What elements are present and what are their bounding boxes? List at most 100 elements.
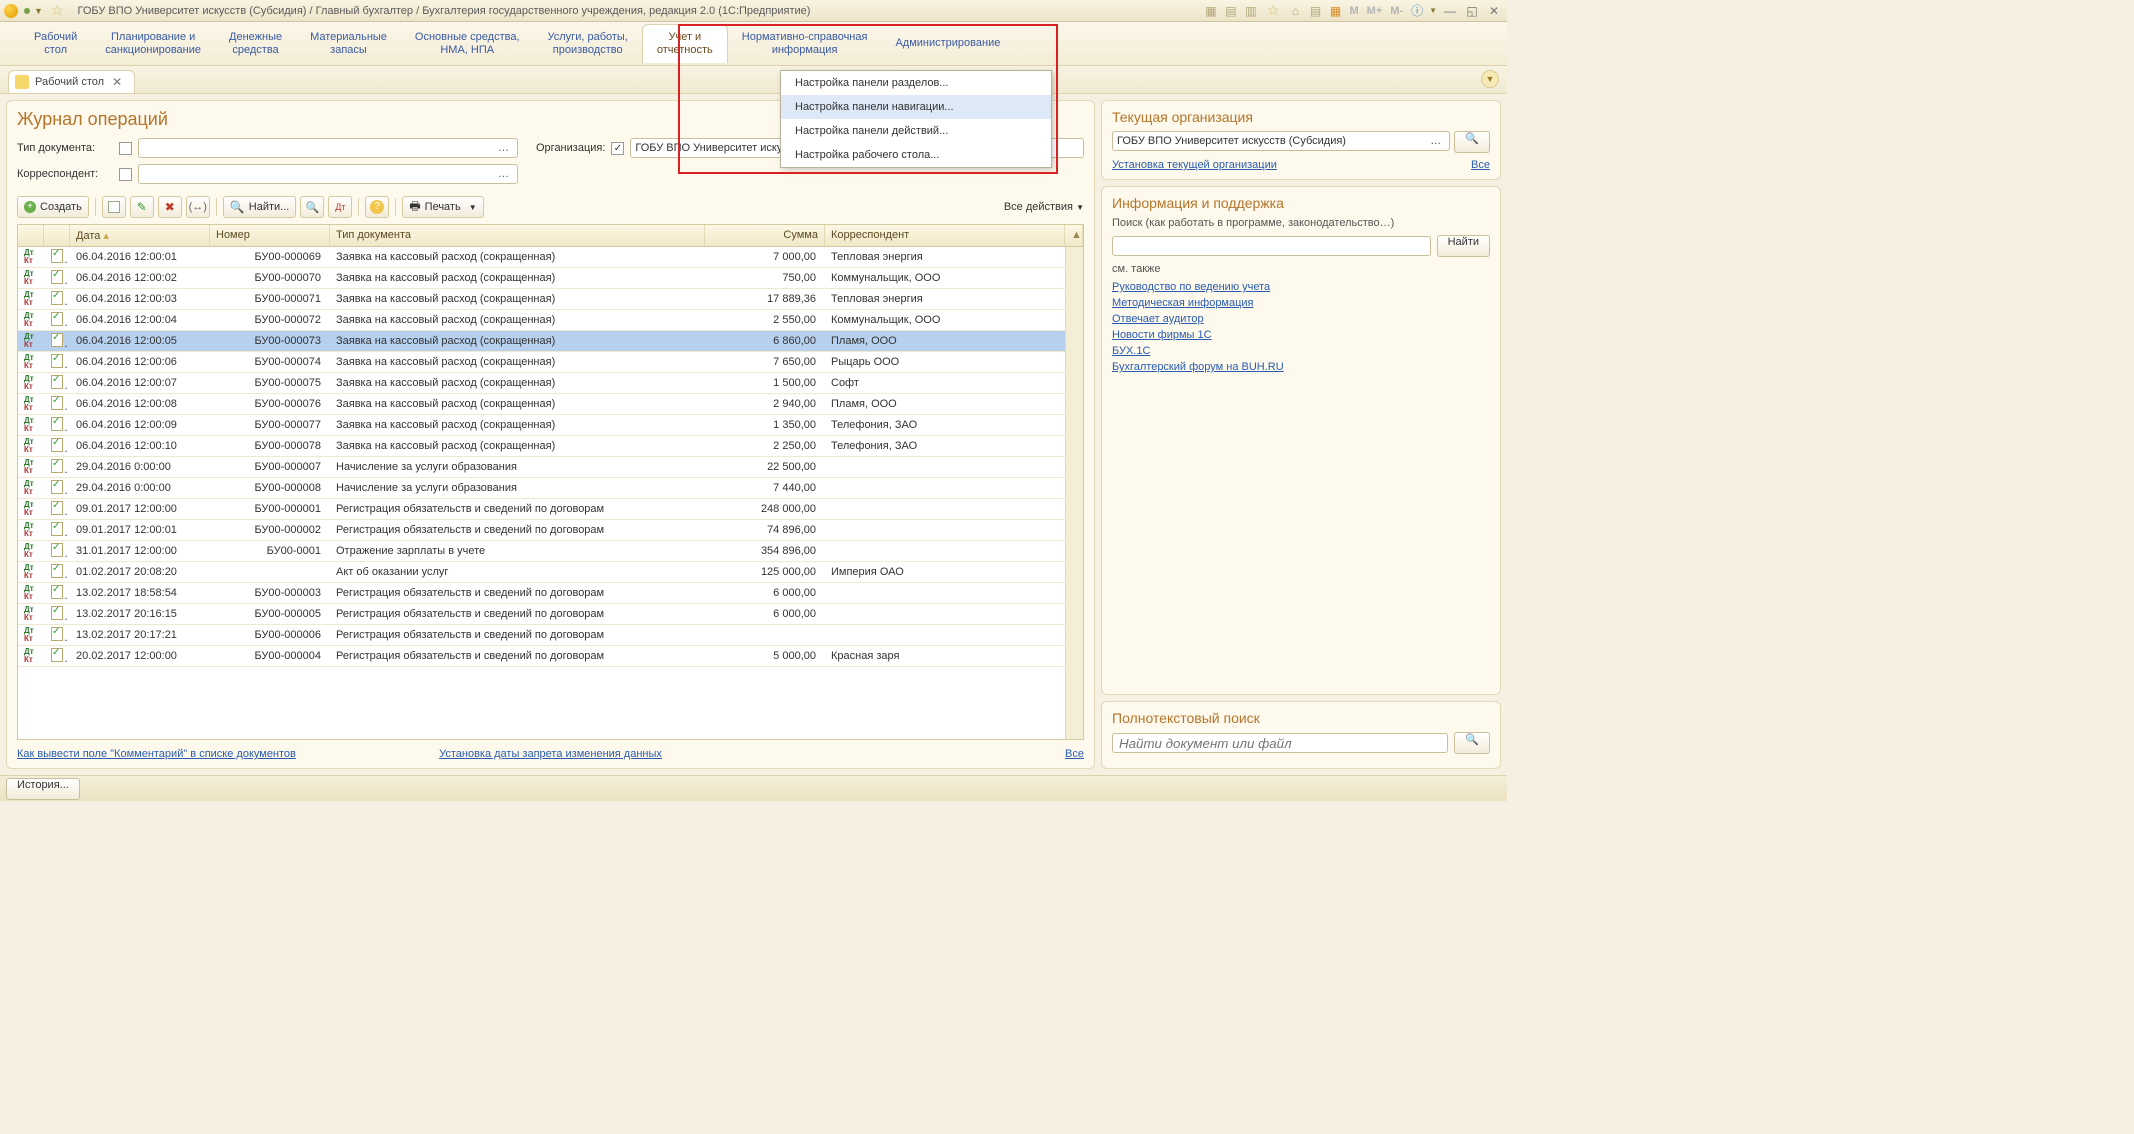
all-org-link[interactable]: Все bbox=[1471, 159, 1490, 171]
create-button[interactable]: +Создать bbox=[17, 196, 89, 218]
favorite-icon[interactable]: ☆ bbox=[51, 2, 64, 19]
table-row[interactable]: ДтКт06.04.2016 12:00:09БУ00-000077Заявка… bbox=[18, 415, 1065, 436]
scroll-up-icon[interactable]: ▲ bbox=[1065, 225, 1083, 246]
help-button[interactable]: ? bbox=[365, 196, 389, 218]
info-link[interactable]: Отвечает аудитор bbox=[1112, 313, 1204, 325]
table-row[interactable]: ДтКт06.04.2016 12:00:01БУ00-000069Заявка… bbox=[18, 247, 1065, 268]
titlebar: ▼ ☆ ГОБУ ВПО Университет искусств (Субси… bbox=[0, 0, 1507, 22]
context-menu-item[interactable]: Настройка панели действий... bbox=[781, 119, 1051, 143]
table-row[interactable]: ДтКт29.04.2016 0:00:00БУ00-000007Начисле… bbox=[18, 457, 1065, 478]
table-row[interactable]: ДтКт06.04.2016 12:00:05БУ00-000073Заявка… bbox=[18, 331, 1065, 352]
all-link[interactable]: Все bbox=[1065, 748, 1084, 760]
close-button[interactable]: ✕ bbox=[1485, 3, 1503, 19]
filter-doctype-check[interactable] bbox=[119, 142, 132, 155]
toolbar-icon-1[interactable]: ▦ bbox=[1203, 3, 1219, 19]
toolbar-icon-3[interactable]: ▥ bbox=[1243, 3, 1259, 19]
table-row[interactable]: ДтКт31.01.2017 12:00:00БУ00-0001Отражени… bbox=[18, 541, 1065, 562]
context-menu-item[interactable]: Настройка рабочего стола... bbox=[781, 143, 1051, 167]
info-link[interactable]: Руководство по ведению учета bbox=[1112, 281, 1270, 293]
info-link[interactable]: Бухгалтерский форум на BUH.RU bbox=[1112, 361, 1284, 373]
col-corr[interactable]: Корреспондент bbox=[825, 225, 1065, 246]
print-button[interactable]: 🖶Печать▼ bbox=[402, 196, 483, 218]
fulltext-input[interactable] bbox=[1112, 733, 1448, 753]
section-assets[interactable]: Основные средства, НМА, НПА bbox=[401, 25, 534, 63]
copy-button[interactable] bbox=[102, 196, 126, 218]
table-row[interactable]: ДтКт06.04.2016 12:00:06БУ00-000074Заявка… bbox=[18, 352, 1065, 373]
info-link[interactable]: БУХ.1С bbox=[1112, 345, 1150, 357]
star-icon[interactable]: ☆ bbox=[1267, 2, 1280, 19]
memory-m[interactable]: М bbox=[1347, 5, 1360, 17]
org-search-button[interactable]: 🔍 bbox=[1454, 131, 1490, 153]
date-lock-link[interactable]: Установка даты запрета изменения данных bbox=[439, 748, 662, 760]
section-materials[interactable]: Материальные запасы bbox=[296, 25, 401, 63]
elipsis-icon[interactable]: … bbox=[1426, 135, 1445, 147]
info-link[interactable]: Новости фирмы 1С bbox=[1112, 329, 1212, 341]
maximize-button[interactable]: ◱ bbox=[1463, 3, 1481, 19]
elipsis-icon[interactable]: … bbox=[494, 168, 513, 180]
fulltext-heading: Полнотекстовый поиск bbox=[1112, 710, 1490, 726]
fulltext-search-button[interactable]: 🔍 bbox=[1454, 732, 1490, 754]
minimize-button[interactable]: — bbox=[1441, 3, 1459, 19]
section-desktop[interactable]: Рабочий стол bbox=[20, 25, 91, 63]
section-admin[interactable]: Администрирование bbox=[881, 31, 1014, 56]
history-button[interactable]: История... bbox=[6, 778, 80, 800]
dtkt-button[interactable]: Дт bbox=[328, 196, 352, 218]
delete-button[interactable]: ✖ bbox=[158, 196, 182, 218]
table-row[interactable]: ДтКт09.01.2017 12:00:00БУ00-000001Регист… bbox=[18, 499, 1065, 520]
context-menu-item[interactable]: Настройка панели навигации... bbox=[781, 95, 1051, 119]
section-accounting[interactable]: Учет и отчетность bbox=[642, 24, 728, 63]
table-row[interactable]: ДтКт09.01.2017 12:00:01БУ00-000002Регист… bbox=[18, 520, 1065, 541]
filter-doctype-input[interactable]: … bbox=[138, 138, 518, 158]
table-row[interactable]: ДтКт06.04.2016 12:00:04БУ00-000072Заявка… bbox=[18, 310, 1065, 331]
table-row[interactable]: ДтКт06.04.2016 12:00:08БУ00-000076Заявка… bbox=[18, 394, 1065, 415]
memory-mminus[interactable]: М- bbox=[1388, 5, 1405, 17]
table-row[interactable]: ДтКт01.02.2017 20:08:20Акт об оказании у… bbox=[18, 562, 1065, 583]
section-planning[interactable]: Планирование и санкционирование bbox=[91, 25, 215, 63]
comment-help-link[interactable]: Как вывести поле "Комментарий" в списке … bbox=[17, 748, 296, 760]
info-icon[interactable]: ⓘ bbox=[1409, 3, 1425, 19]
info-search-input[interactable] bbox=[1112, 236, 1431, 256]
calc-icon[interactable]: ▤ bbox=[1307, 3, 1323, 19]
elipsis-icon[interactable]: … bbox=[494, 142, 513, 154]
set-org-link[interactable]: Установка текущей организации bbox=[1112, 159, 1277, 171]
table-row[interactable]: ДтКт06.04.2016 12:00:07БУ00-000075Заявка… bbox=[18, 373, 1065, 394]
toolbar-icon-2[interactable]: ▤ bbox=[1223, 3, 1239, 19]
table-row[interactable]: ДтКт13.02.2017 20:16:15БУ00-000005Регист… bbox=[18, 604, 1065, 625]
table-row[interactable]: ДтКт20.02.2017 12:00:00БУ00-000004Регист… bbox=[18, 646, 1065, 667]
filter-clear-button[interactable]: 🔍 bbox=[300, 196, 324, 218]
calendar-icon[interactable]: ▦ bbox=[1327, 3, 1343, 19]
table-row[interactable]: ДтКт06.04.2016 12:00:03БУ00-000071Заявка… bbox=[18, 289, 1065, 310]
grid-scrollbar[interactable] bbox=[1065, 247, 1083, 739]
info-find-button[interactable]: Найти bbox=[1437, 235, 1490, 257]
table-row[interactable]: ДтКт13.02.2017 18:58:54БУ00-000003Регист… bbox=[18, 583, 1065, 604]
filter-corr-check[interactable] bbox=[119, 168, 132, 181]
tab-close-icon[interactable]: ✕ bbox=[110, 75, 124, 89]
grid-body[interactable]: ДтКт06.04.2016 12:00:01БУ00-000069Заявка… bbox=[18, 247, 1065, 739]
all-actions-button[interactable]: Все действия ▼ bbox=[1004, 201, 1084, 213]
find-button[interactable]: 🔍Найти... bbox=[223, 196, 297, 218]
col-sum[interactable]: Сумма bbox=[705, 225, 825, 246]
tabbar-menu-button[interactable]: ▼ bbox=[1481, 70, 1499, 88]
section-reference[interactable]: Нормативно-справочная информация bbox=[728, 25, 882, 63]
section-money[interactable]: Денежные средства bbox=[215, 25, 296, 63]
col-number[interactable]: Номер bbox=[210, 225, 330, 246]
table-row[interactable]: ДтКт29.04.2016 0:00:00БУ00-000008Начисле… bbox=[18, 478, 1065, 499]
col-type[interactable]: Тип документа bbox=[330, 225, 705, 246]
section-services[interactable]: Услуги, работы, производство bbox=[534, 25, 642, 63]
col-date[interactable]: Дата ▴ bbox=[70, 225, 210, 246]
memory-mplus[interactable]: М+ bbox=[1365, 5, 1385, 17]
swap-button[interactable]: (↔) bbox=[186, 196, 210, 218]
tab-desktop[interactable]: Рабочий стол ✕ bbox=[8, 70, 135, 93]
context-menu-item[interactable]: Настройка панели разделов... bbox=[781, 71, 1051, 95]
home-icon[interactable]: ⌂ bbox=[1287, 3, 1303, 19]
info-dropdown-icon[interactable]: ▼ bbox=[1429, 6, 1437, 15]
info-link[interactable]: Методическая информация bbox=[1112, 297, 1254, 309]
table-row[interactable]: ДтКт06.04.2016 12:00:02БУ00-000070Заявка… bbox=[18, 268, 1065, 289]
table-row[interactable]: ДтКт13.02.2017 20:17:21БУ00-000006Регист… bbox=[18, 625, 1065, 646]
edit-button[interactable]: ✎ bbox=[130, 196, 154, 218]
table-row[interactable]: ДтКт06.04.2016 12:00:10БУ00-000078Заявка… bbox=[18, 436, 1065, 457]
dropdown-icon[interactable]: ▼ bbox=[34, 6, 43, 16]
current-org-input[interactable]: ГОБУ ВПО Университет искусств (Субсидия)… bbox=[1112, 131, 1450, 151]
filter-corr-input[interactable]: … bbox=[138, 164, 518, 184]
filter-org-check[interactable] bbox=[611, 142, 624, 155]
